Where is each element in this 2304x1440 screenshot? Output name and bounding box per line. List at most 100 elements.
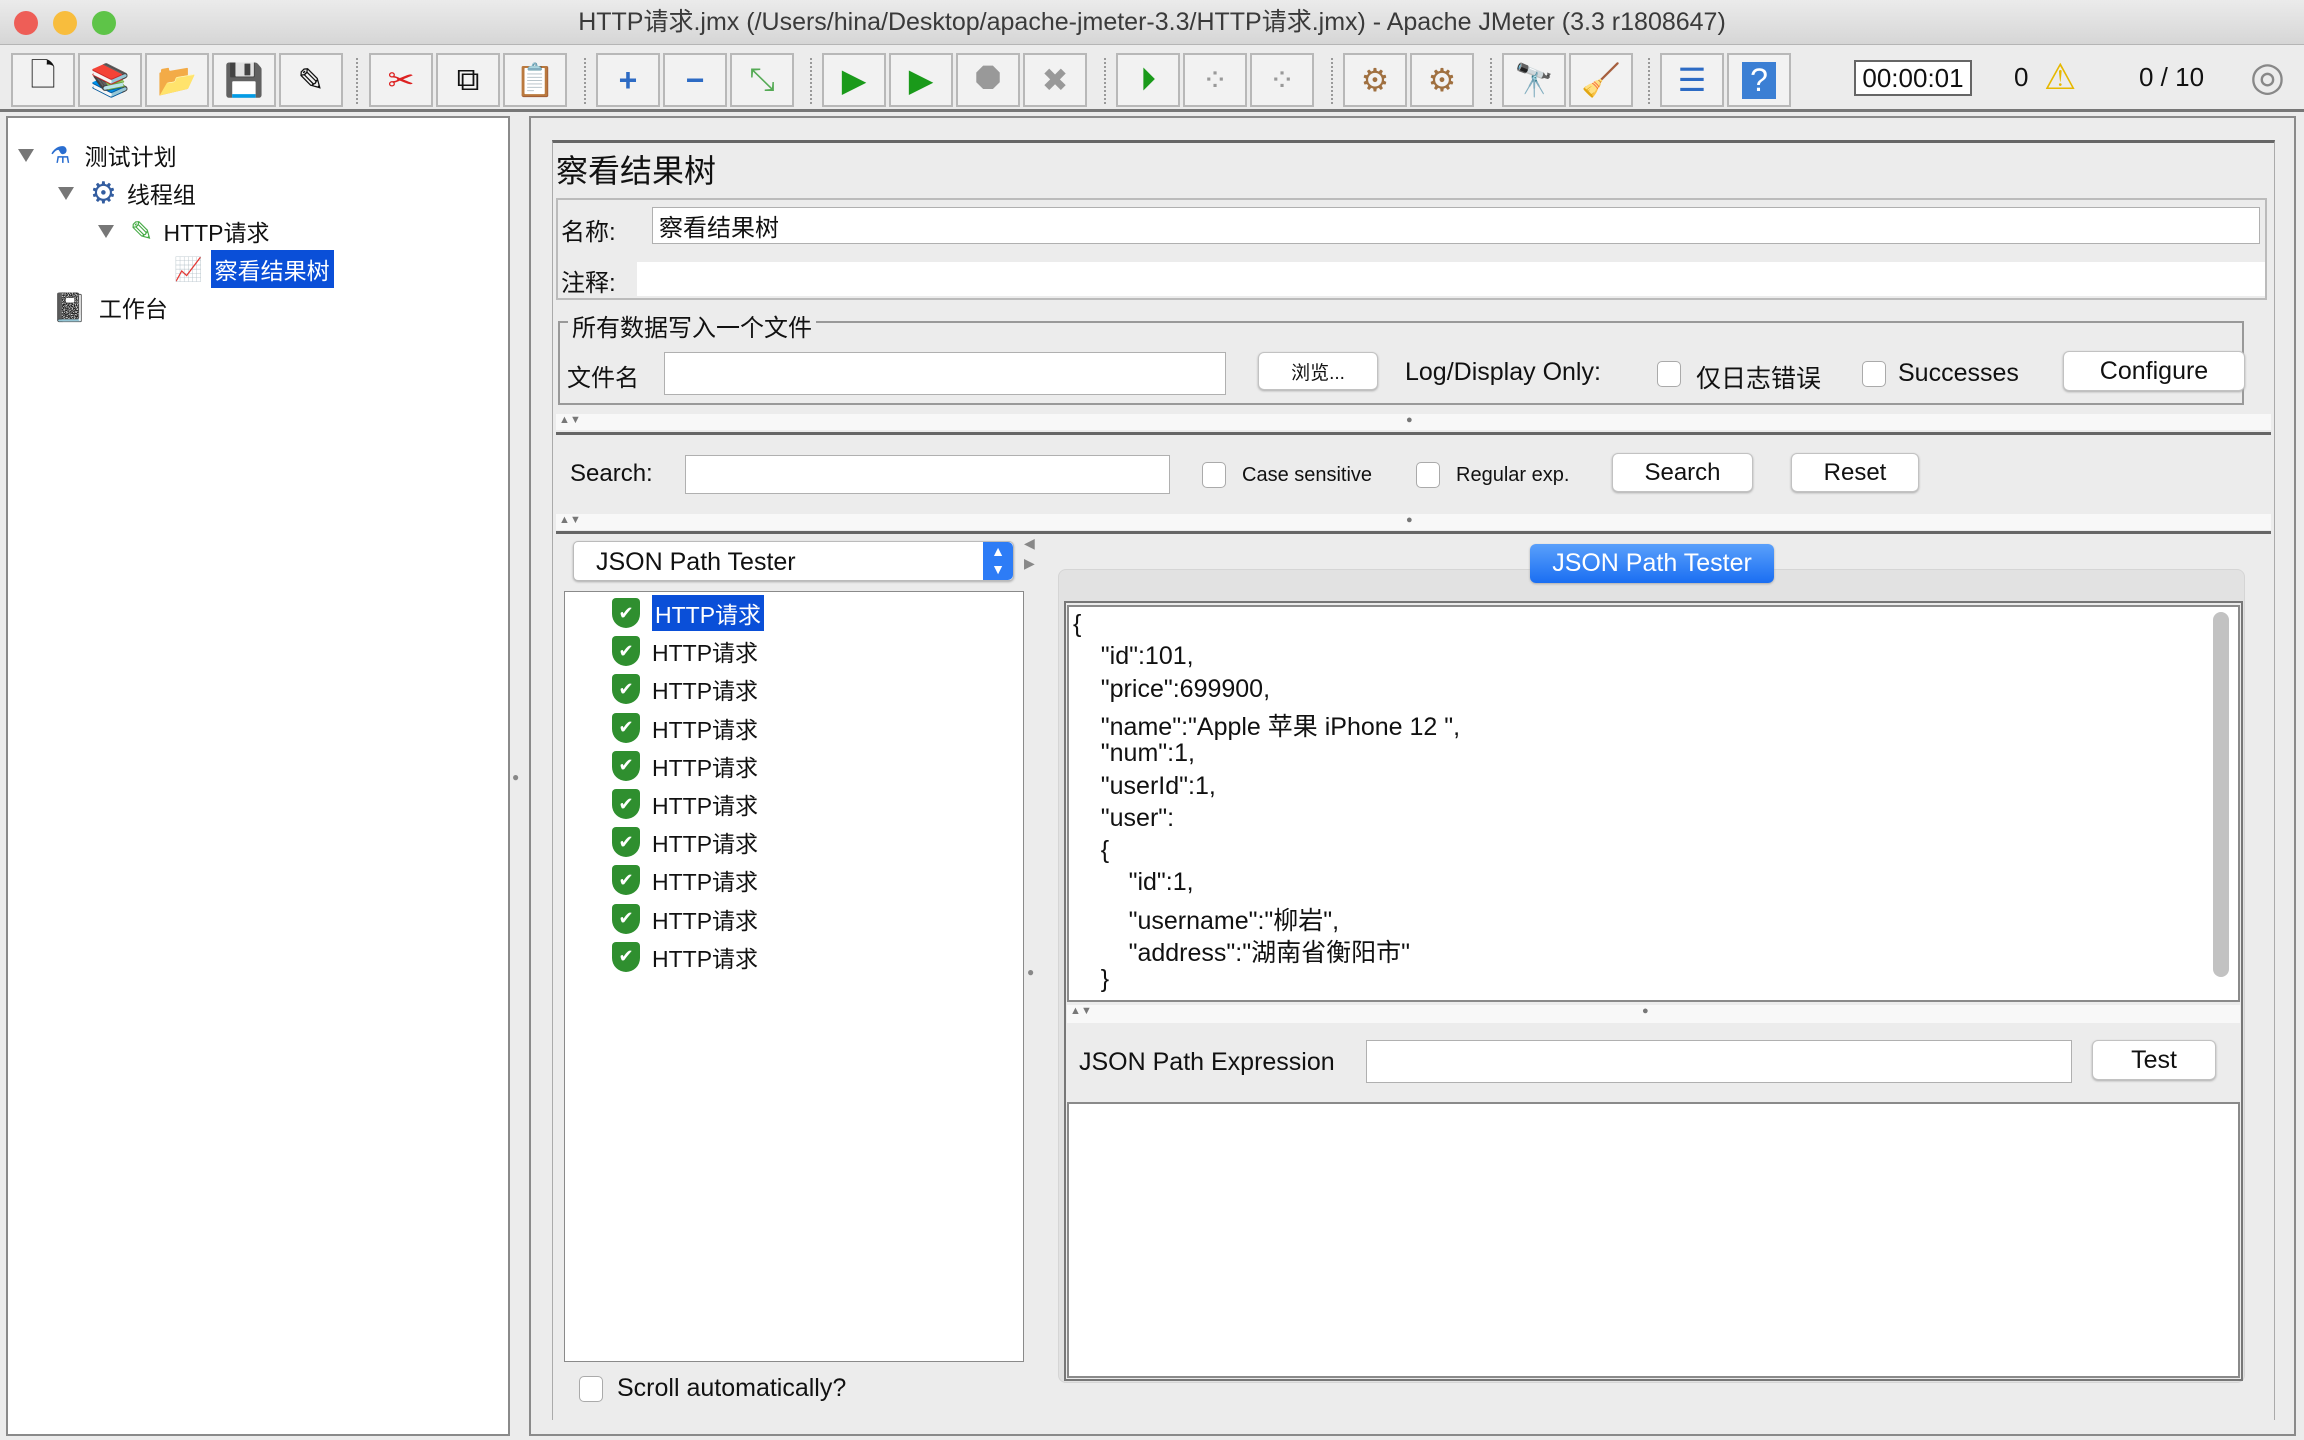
sample-result-item[interactable]: ✔ HTTP请求 bbox=[612, 940, 758, 974]
response-scrollbar[interactable] bbox=[2213, 612, 2229, 977]
toggle-icon: ⤡ bbox=[749, 61, 775, 97]
open-icon: 📂 bbox=[157, 62, 197, 98]
top-splitter[interactable]: ▲▼ ● bbox=[556, 414, 2271, 430]
sample-result-item[interactable]: ✔ HTTP请求 bbox=[612, 711, 758, 745]
active-threads: 0 / 10 bbox=[2139, 62, 2205, 92]
sample-result-item[interactable]: ✔ HTTP请求 bbox=[612, 825, 758, 859]
regex-checkbox[interactable] bbox=[1416, 462, 1440, 488]
warning-icon[interactable]: ⚠ bbox=[2044, 56, 2076, 98]
templates-icon: 📚 bbox=[90, 62, 130, 98]
save-as-icon: ✎ bbox=[297, 62, 325, 98]
expand-all-button[interactable]: + bbox=[596, 53, 660, 107]
expand-arrow-icon[interactable] bbox=[98, 224, 114, 238]
sample-result-item[interactable]: ✔ HTTP请求 bbox=[612, 672, 758, 706]
remote-start-button[interactable]: ⏵ bbox=[1116, 53, 1180, 107]
sample-label: HTTP请求 bbox=[652, 945, 759, 972]
scroll-auto-checkbox[interactable] bbox=[579, 1376, 603, 1402]
filename-field[interactable] bbox=[664, 352, 1226, 395]
comment-label: 注释: bbox=[561, 270, 616, 297]
success-shield-icon: ✔ bbox=[612, 750, 640, 781]
new-button[interactable]: 🗋 bbox=[11, 53, 75, 107]
list-split-handle[interactable]: ● bbox=[1027, 965, 1034, 979]
main-split-handle[interactable]: ● bbox=[512, 770, 519, 784]
log-display-label: Log/Display Only: bbox=[1405, 358, 1601, 386]
expand-arrow-icon[interactable] bbox=[18, 148, 34, 162]
configure-button[interactable]: Configure bbox=[2063, 351, 2245, 391]
comment-field[interactable] bbox=[637, 262, 2265, 296]
search-button[interactable]: 🔭 bbox=[1502, 53, 1566, 107]
start-no-pauses-button[interactable]: ▶ bbox=[889, 53, 953, 107]
toggle-button[interactable]: ⤡ bbox=[730, 53, 794, 107]
shutdown-button[interactable]: ✖ bbox=[1023, 53, 1087, 107]
copy-icon: ⧉ bbox=[456, 61, 480, 97]
remote-shutdown-button[interactable]: ⁘ bbox=[1250, 53, 1314, 107]
sample-result-item[interactable]: ✔ HTTP请求 bbox=[612, 595, 765, 631]
shutdown-icon: ✖ bbox=[1041, 62, 1069, 98]
select-arrows-icon: ▲ ▼ bbox=[983, 542, 1013, 580]
start-button[interactable]: ▶ bbox=[822, 53, 886, 107]
middle-splitter[interactable]: ▲▼ ● bbox=[556, 514, 2271, 530]
tree-item-workbench[interactable]: 📓 工作台 bbox=[52, 290, 168, 324]
search-divider bbox=[556, 432, 2271, 435]
successes-checkbox[interactable] bbox=[1862, 361, 1886, 387]
reset-button[interactable]: Reset bbox=[1791, 453, 1919, 492]
search-submit-button[interactable]: Search bbox=[1612, 453, 1753, 492]
errors-only-checkbox[interactable] bbox=[1657, 361, 1681, 387]
name-label: 名称: bbox=[561, 219, 616, 246]
page-title: 察看结果树 bbox=[556, 153, 717, 189]
sample-result-item[interactable]: ✔ HTTP请求 bbox=[612, 902, 758, 936]
sample-label: HTTP请求 bbox=[652, 678, 759, 705]
sample-label: HTTP请求 bbox=[652, 640, 759, 667]
search-input[interactable] bbox=[685, 455, 1170, 494]
horizontal-split-arrows[interactable]: ◀ ▶ bbox=[1024, 533, 1035, 573]
save-as-button[interactable]: ✎ bbox=[279, 53, 343, 107]
collapse-all-button[interactable]: − bbox=[663, 53, 727, 107]
function-helper-button[interactable]: ☰ bbox=[1660, 53, 1724, 107]
window-title: HTTP请求.jmx (/Users/hina/Desktop/apache-j… bbox=[578, 8, 1726, 36]
sample-label: HTTP请求 bbox=[652, 716, 759, 743]
tester-splitter[interactable]: ▲▼ ● bbox=[1067, 1005, 2240, 1023]
json-path-expression-input[interactable] bbox=[1366, 1040, 2072, 1083]
sample-result-list bbox=[564, 591, 1024, 1362]
templates-button[interactable]: 📚 bbox=[78, 53, 142, 107]
expand-arrow-icon[interactable] bbox=[58, 186, 74, 200]
case-sensitive-checkbox[interactable] bbox=[1202, 462, 1226, 488]
reset-search-button[interactable]: 🧹 bbox=[1569, 53, 1633, 107]
help-button[interactable]: ? bbox=[1727, 53, 1791, 107]
tree-item-thread-group[interactable]: ⚙ 线程组 bbox=[58, 176, 196, 210]
save-icon: 💾 bbox=[224, 62, 264, 98]
successes-label: Successes bbox=[1898, 359, 2019, 387]
clear-button[interactable]: ⚙ bbox=[1343, 53, 1407, 107]
test-result-area[interactable] bbox=[1067, 1102, 2240, 1378]
tree-item-http-request[interactable]: ✎ HTTP请求 bbox=[98, 214, 270, 248]
sample-result-item[interactable]: ✔ HTTP请求 bbox=[612, 749, 758, 783]
close-window-button[interactable] bbox=[14, 11, 38, 35]
browse-button[interactable]: 浏览... bbox=[1258, 352, 1378, 390]
scroll-auto-label: Scroll automatically? bbox=[617, 1374, 847, 1402]
zoom-window-button[interactable] bbox=[92, 11, 116, 35]
name-field[interactable]: 察看结果树 bbox=[652, 207, 2260, 244]
tree-item-view-results-tree[interactable]: 📈 察看结果树 bbox=[174, 250, 334, 288]
renderer-select[interactable]: JSON Path Tester ▲ ▼ bbox=[573, 541, 1014, 581]
cut-button[interactable]: ✂ bbox=[369, 53, 433, 107]
test-button[interactable]: Test bbox=[2092, 1040, 2216, 1080]
sample-result-item[interactable]: ✔ HTTP请求 bbox=[612, 787, 758, 821]
paste-button[interactable]: 📋 bbox=[503, 53, 567, 107]
tab-json-path-tester[interactable]: JSON Path Tester bbox=[1530, 544, 1774, 583]
response-line: { bbox=[1073, 836, 1110, 865]
sample-result-item[interactable]: ✔ HTTP请求 bbox=[612, 863, 758, 897]
save-button[interactable]: 💾 bbox=[212, 53, 276, 107]
sample-result-item[interactable]: ✔ HTTP请求 bbox=[612, 634, 758, 668]
minimize-window-button[interactable] bbox=[53, 11, 77, 35]
response-line: "address":"湖南省衡阳市" bbox=[1073, 939, 1410, 967]
copy-button[interactable]: ⧉ bbox=[436, 53, 500, 107]
response-line: "id":1, bbox=[1073, 868, 1194, 897]
stop-icon: ⯃ bbox=[975, 61, 1001, 97]
response-line: } bbox=[1073, 965, 1110, 994]
remote-stop-button[interactable]: ⁘ bbox=[1183, 53, 1247, 107]
stop-button[interactable]: ⯃ bbox=[956, 53, 1020, 107]
open-button[interactable]: 📂 bbox=[145, 53, 209, 107]
success-shield-icon: ✔ bbox=[612, 941, 640, 972]
tree-item-test-plan[interactable]: ⚗ 测试计划 bbox=[18, 138, 177, 172]
clear-all-button[interactable]: ⚙ bbox=[1410, 53, 1474, 107]
